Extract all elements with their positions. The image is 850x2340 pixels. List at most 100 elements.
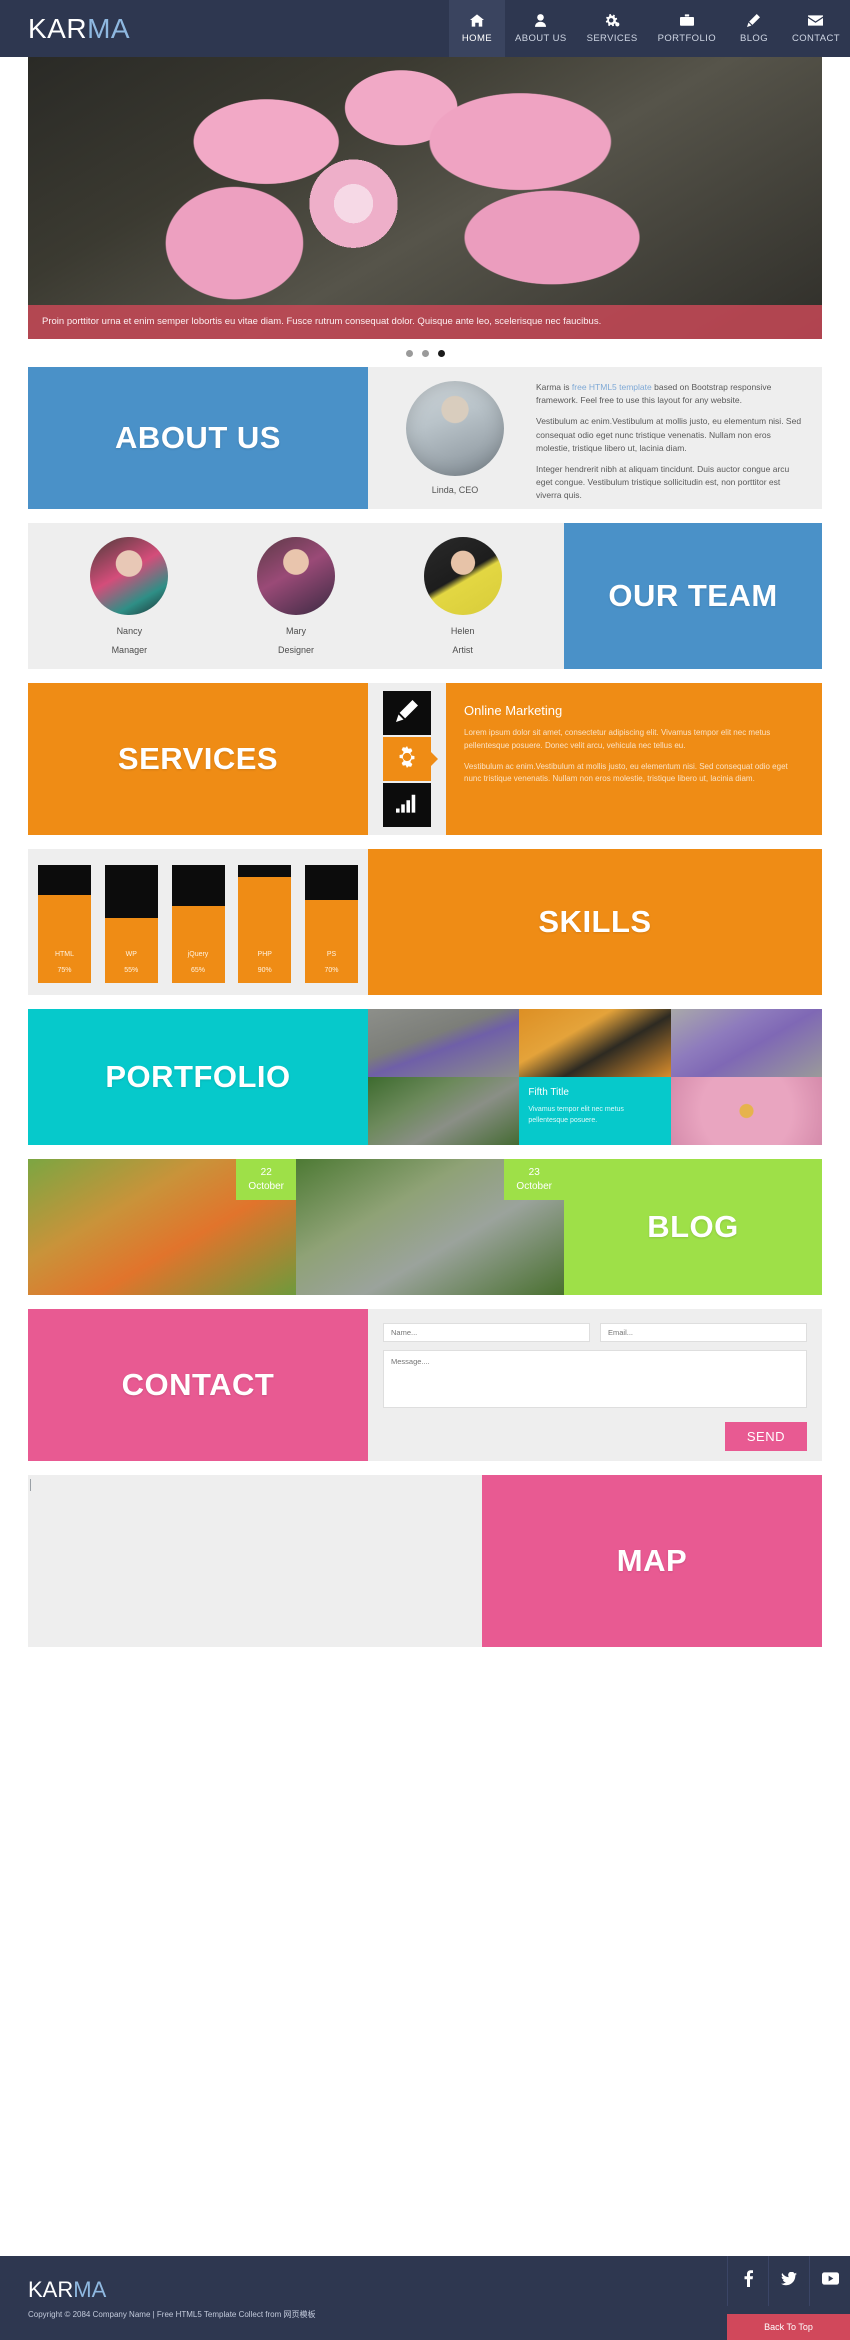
nav-label-portfolio: PORTFOLIO <box>657 32 716 44</box>
skill-bar: PS 70% <box>305 865 358 983</box>
service-tab-pencil[interactable] <box>383 691 431 735</box>
slider-dots <box>0 339 850 367</box>
about-content-panel: Linda, CEO Karma is free HTML5 template … <box>368 367 822 509</box>
gear-icon <box>396 745 418 773</box>
skill-bar: jQuery 65% <box>171 865 225 983</box>
blog-section: 22 October 23 October BLOG <box>0 1159 850 1295</box>
blog-date-badge: 23 October <box>504 1159 564 1200</box>
skills-chart: HTML 75% WP 55% jQuery 65% PHP 90% PS 70… <box>28 849 368 995</box>
user-icon <box>535 12 547 30</box>
site-footer: KARMA Copyright © 2084 Company Name | Fr… <box>0 2256 850 2340</box>
portfolio-tile-title: Fifth Title <box>528 1087 569 1098</box>
skill-bar-value: 65% <box>190 967 205 974</box>
footer-logo[interactable]: KARMA <box>28 2277 315 2303</box>
nav-item-home[interactable]: HOME <box>448 0 505 57</box>
nav-item-contact[interactable]: CONTACT <box>782 0 850 57</box>
skill-bar-value: 70% <box>324 967 339 974</box>
portfolio-tile[interactable] <box>368 1009 520 1077</box>
nav-item-blog[interactable]: BLOG <box>726 0 782 57</box>
nav-item-services[interactable]: SERVICES <box>577 0 648 57</box>
facebook-icon <box>744 2270 753 2292</box>
skill-bar-fill: WP 55% <box>104 918 158 983</box>
hero-slider-section: Proin porttitor urna et enim semper lobo… <box>0 57 850 367</box>
blog-post-card[interactable]: 23 October <box>296 1159 564 1295</box>
about-text-block: Karma is free HTML5 template based on Bo… <box>530 381 806 500</box>
skill-bar-fill: jQuery 65% <box>171 906 225 983</box>
back-to-top-button[interactable]: Back To Top <box>727 2314 850 2340</box>
service-paragraph-2: Vestibulum ac enim.Vestibulum at mollis … <box>464 761 788 784</box>
portfolio-heading: PORTFOLIO <box>105 1059 291 1094</box>
services-content-panel: Online Marketing Lorem ipsum dolor sit a… <box>446 683 822 835</box>
team-members-panel: Nancy Manager Mary Designer Helen Artist <box>28 523 564 669</box>
portfolio-tile[interactable] <box>670 1009 822 1077</box>
skill-bar-label: PS <box>326 951 337 958</box>
nav-label-contact: CONTACT <box>791 32 840 44</box>
free-html5-template-link[interactable]: free HTML5 template <box>572 382 652 392</box>
slider-dot-2[interactable] <box>421 349 429 357</box>
slider-dot-3[interactable] <box>437 349 445 357</box>
team-member[interactable]: Mary Designer <box>256 537 335 655</box>
avatar <box>406 381 504 476</box>
youtube-link[interactable] <box>809 2256 850 2306</box>
portfolio-tile[interactable] <box>670 1077 822 1145</box>
contact-heading: CONTACT <box>121 1367 275 1402</box>
twitter-icon <box>781 2271 797 2291</box>
site-header: KARMA HOME ABOUT US SERVICES PORTFOLIO B… <box>0 0 850 57</box>
nav-item-portfolio[interactable]: PORTFOLIO <box>648 0 726 57</box>
main-navigation: HOME ABOUT US SERVICES PORTFOLIO BLOG CO… <box>448 0 850 57</box>
skill-bar-label: jQuery <box>187 951 209 958</box>
skills-heading-panel: SKILLS <box>368 849 822 995</box>
about-heading: ABOUT US <box>115 420 281 455</box>
portfolio-tile-text: Vivamus tempor elit nec metus pellentesq… <box>528 1106 624 1125</box>
blog-date-day: 22 <box>260 1167 272 1178</box>
twitter-link[interactable] <box>768 2256 809 2306</box>
portfolio-tile-caption[interactable]: Fifth Title Vivamus tempor elit nec metu… <box>519 1077 671 1145</box>
service-tab-gear[interactable] <box>383 737 431 781</box>
portfolio-tile[interactable] <box>519 1009 671 1077</box>
blog-date-month: October <box>248 1180 284 1192</box>
email-input[interactable] <box>600 1323 807 1342</box>
nav-label-services: SERVICES <box>586 32 638 44</box>
about-section: ABOUT US Linda, CEO Karma is free HTML5 … <box>0 367 850 509</box>
team-member-name: Helen <box>450 626 475 636</box>
name-input[interactable] <box>383 1323 590 1342</box>
service-paragraph-1: Lorem ipsum dolor sit amet, consectetur … <box>464 728 771 750</box>
blog-date-day: 23 <box>528 1167 540 1178</box>
footer-logo-part-1: KAR <box>28 2276 74 2302</box>
blog-post-card[interactable]: 22 October <box>28 1159 296 1295</box>
blog-date-month: October <box>516 1180 552 1192</box>
map-section: MAP <box>0 1475 850 1647</box>
skill-bar-value: 55% <box>124 967 139 974</box>
send-button[interactable]: SEND <box>724 1422 807 1451</box>
services-heading-panel: SERVICES <box>28 683 368 835</box>
portfolio-heading-panel: PORTFOLIO <box>28 1009 368 1145</box>
about-p1-before: Karma is <box>536 382 572 392</box>
skill-bar-label: HTML <box>54 951 75 958</box>
briefcase-icon <box>679 12 694 30</box>
slider-dot-1[interactable] <box>405 349 413 357</box>
envelope-icon <box>808 12 824 30</box>
facebook-link[interactable] <box>727 2256 768 2306</box>
hero-slide-image <box>28 57 822 339</box>
team-member[interactable]: Helen Artist <box>423 537 502 655</box>
hero-slider[interactable]: Proin porttitor urna et enim semper lobo… <box>28 57 822 339</box>
footer-logo-part-2: MA <box>73 2276 107 2302</box>
service-tab-chart[interactable] <box>383 783 431 827</box>
skills-section: HTML 75% WP 55% jQuery 65% PHP 90% PS 70… <box>0 849 850 995</box>
about-paragraph-1: Karma is free HTML5 template based on Bo… <box>536 381 806 407</box>
portfolio-tile[interactable] <box>368 1077 520 1145</box>
services-arrow-indicator <box>427 748 438 770</box>
skills-heading: SKILLS <box>538 904 652 939</box>
about-paragraph-2: Vestibulum ac enim.Vestibulum at mollis … <box>536 416 802 453</box>
youtube-icon <box>821 2272 839 2290</box>
skill-bar-fill: PHP 90% <box>238 876 292 983</box>
nav-item-about-us[interactable]: ABOUT US <box>505 0 577 57</box>
team-member[interactable]: Nancy Manager <box>90 537 169 655</box>
map-canvas[interactable] <box>28 1475 482 1647</box>
service-title: Online Marketing <box>464 703 563 718</box>
site-logo[interactable]: KARMA <box>28 13 130 45</box>
contact-heading-panel: CONTACT <box>28 1309 368 1461</box>
message-textarea[interactable] <box>383 1350 807 1408</box>
avatar <box>90 537 169 615</box>
nav-label-home: HOME <box>461 32 493 44</box>
